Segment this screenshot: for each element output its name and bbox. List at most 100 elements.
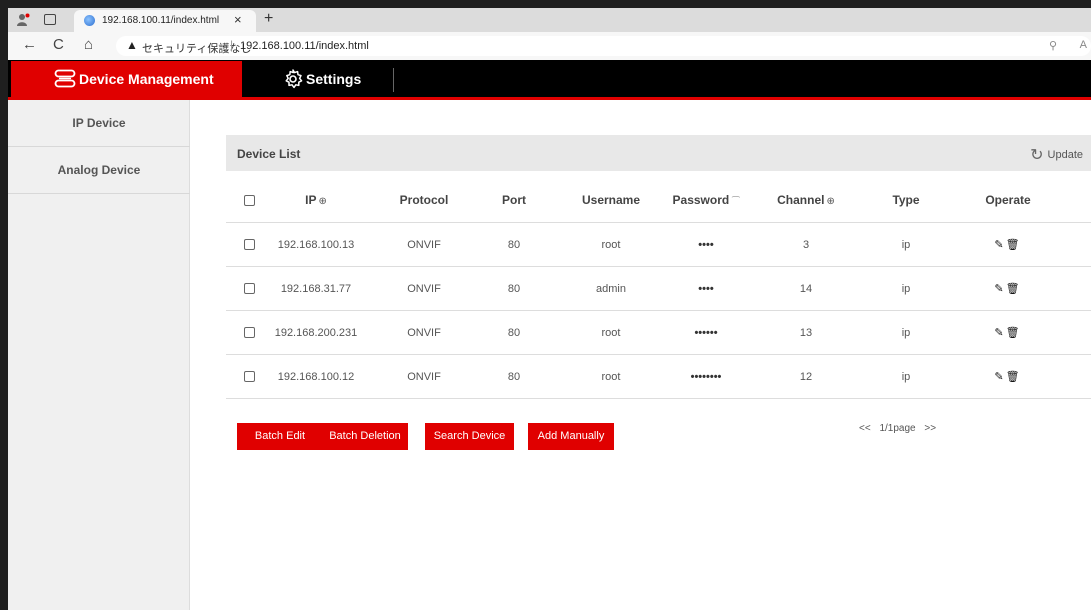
pagination: << 1/1page >>: [856, 423, 939, 434]
cell-username: root: [601, 327, 621, 339]
sidebar-item-ip-device[interactable]: IP Device: [8, 100, 190, 147]
column-header-port: Port: [502, 193, 526, 207]
search-device-button[interactable]: Search Device: [425, 423, 514, 450]
row-checkbox[interactable]: [244, 327, 255, 338]
nav-device-management-label: Device Management: [79, 71, 214, 87]
column-header-username: Username: [581, 193, 641, 207]
cell-password: ••••: [698, 239, 714, 251]
cell-protocol: ONVIF: [407, 283, 441, 295]
row-checkbox[interactable]: [244, 239, 255, 250]
browser-tab-strip: 192.168.100.11/index.html × +: [8, 8, 1091, 32]
table-row: 192.168.31.77 ONVIF 80 admin •••• 14 ip …: [226, 267, 1091, 311]
window-frame-left: [0, 0, 8, 610]
cell-type: ip: [901, 327, 911, 339]
cell-username: admin: [596, 283, 626, 295]
reload-icon[interactable]: C: [53, 37, 64, 53]
refresh-icon: ↻: [1030, 147, 1044, 164]
nav-divider: [393, 68, 394, 92]
table-row: 192.168.100.13 ONVIF 80 root •••• 3 ip ✎…: [226, 223, 1091, 267]
row-checkbox[interactable]: [244, 283, 255, 294]
cell-password: ••••: [698, 283, 714, 295]
column-header-protocol: Protocol: [399, 193, 449, 207]
cell-channel: 12: [799, 371, 813, 383]
device-list-title: Device List: [237, 147, 301, 161]
edit-icon[interactable]: ✎: [994, 371, 1005, 383]
back-icon[interactable]: ←: [22, 37, 37, 53]
edit-icon[interactable]: ✎: [994, 239, 1005, 251]
window-frame-top: [0, 0, 1091, 8]
profile-icon[interactable]: [16, 13, 30, 27]
cell-channel: 14: [799, 283, 813, 295]
cell-operate: ✎🗑: [962, 311, 1054, 355]
cell-port: 80: [507, 239, 521, 251]
cell-ip: 192.168.31.77: [280, 283, 352, 295]
table-row: 192.168.100.12 ONVIF 80 root •••••••• 12…: [226, 355, 1091, 399]
edit-icon[interactable]: ✎: [994, 327, 1005, 339]
address-bar[interactable]: ▲ セキュリティ保護なし | 192.168.100.11/index.html…: [116, 36, 1091, 56]
browser-tab[interactable]: 192.168.100.11/index.html ×: [74, 10, 256, 32]
column-header-operate: Operate: [985, 193, 1031, 207]
device-list-header: Device List ↻ Update: [226, 135, 1091, 171]
cell-type: ip: [901, 371, 911, 383]
eye-closed-icon[interactable]: ⁀: [732, 196, 739, 206]
add-manually-button[interactable]: Add Manually: [528, 423, 614, 450]
sidebar-item-label: Analog Device: [57, 163, 141, 177]
trash-icon[interactable]: 🗑: [1006, 283, 1022, 295]
cell-username: root: [601, 239, 621, 251]
security-warning-label[interactable]: セキュリティ保護なし: [142, 40, 251, 56]
gear-icon: [285, 69, 303, 89]
cell-password: ••••••••: [690, 371, 722, 383]
batch-edit-button[interactable]: Batch Edit: [237, 423, 323, 450]
cell-operate: ✎🗑: [962, 355, 1054, 399]
cell-password: ••••••: [694, 327, 718, 339]
device-management-icon: [54, 69, 76, 88]
cell-channel: 3: [802, 239, 810, 251]
table-row: 192.168.200.231 ONVIF 80 root •••••• 13 …: [226, 311, 1091, 355]
trash-icon[interactable]: 🗑: [1006, 327, 1022, 339]
tab-close-icon[interactable]: ×: [234, 12, 242, 27]
home-icon[interactable]: ⌂: [84, 37, 93, 53]
page-indicator: 1/1page: [879, 423, 916, 434]
url-text[interactable]: 192.168.100.11/index.html: [240, 40, 369, 52]
column-header-ip[interactable]: IP ⊕: [266, 177, 366, 223]
warning-icon: ▲: [126, 38, 138, 52]
new-tab-icon[interactable]: +: [264, 10, 273, 28]
cell-protocol: ONVIF: [407, 239, 441, 251]
cell-username: root: [601, 371, 621, 383]
edit-icon[interactable]: ✎: [994, 283, 1005, 295]
tab-actions-icon[interactable]: [44, 14, 56, 25]
cell-channel: 13: [799, 327, 813, 339]
cell-port: 80: [507, 327, 521, 339]
sidebar-item-analog-device[interactable]: Analog Device: [8, 147, 190, 194]
cell-ip: 192.168.200.231: [274, 327, 358, 339]
select-all-checkbox[interactable]: [244, 195, 255, 206]
cell-ip: 192.168.100.12: [277, 371, 355, 383]
update-button[interactable]: ↻ Update: [1030, 145, 1083, 165]
sort-icon[interactable]: ⊕: [826, 196, 834, 207]
batch-deletion-button[interactable]: Batch Deletion: [322, 423, 408, 450]
key-icon[interactable]: ⚲: [1049, 39, 1057, 52]
row-checkbox[interactable]: [244, 371, 255, 382]
column-header-channel[interactable]: Channel ⊕: [766, 177, 846, 223]
sort-icon[interactable]: ⊕: [318, 196, 326, 207]
cell-ip: 192.168.100.13: [277, 239, 355, 251]
cell-protocol: ONVIF: [407, 371, 441, 383]
column-header-password: Password ⁀: [672, 193, 740, 207]
cell-type: ip: [901, 239, 911, 251]
trash-icon[interactable]: 🗑: [1006, 371, 1022, 383]
address-separator: |: [230, 38, 234, 52]
trash-icon[interactable]: 🗑: [1006, 239, 1022, 251]
tab-title: 192.168.100.11/index.html: [102, 15, 220, 26]
nav-device-management[interactable]: Device Management: [11, 61, 242, 97]
device-table: IP ⊕ Protocol Port Username Password ⁀ Cha…: [226, 177, 1091, 399]
cell-port: 80: [507, 371, 521, 383]
prev-page-button[interactable]: <<: [859, 423, 871, 434]
table-header-row: IP ⊕ Protocol Port Username Password ⁀ Cha…: [226, 177, 1091, 223]
cell-type: ip: [901, 283, 911, 295]
column-header-type: Type: [892, 193, 920, 207]
nav-settings-label: Settings: [306, 71, 362, 87]
favicon-icon: [84, 15, 95, 26]
next-page-button[interactable]: >>: [924, 423, 936, 434]
read-aloud-icon[interactable]: A: [1080, 39, 1087, 51]
sidebar-item-label: IP Device: [72, 116, 126, 130]
